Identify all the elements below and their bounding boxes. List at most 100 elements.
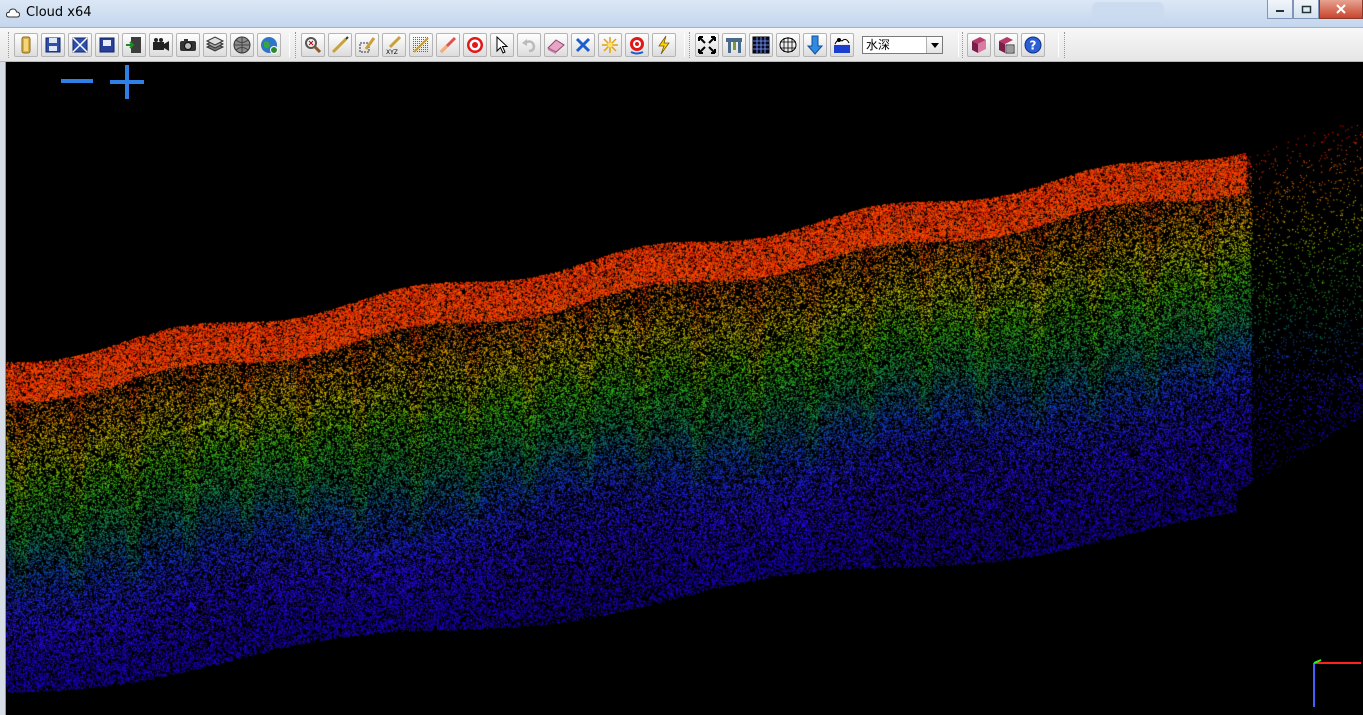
target-button[interactable] bbox=[463, 33, 487, 57]
toolbar-separator bbox=[958, 33, 959, 57]
zoom-in-button[interactable] bbox=[110, 65, 144, 99]
measure-line-icon bbox=[331, 36, 349, 54]
toolbar-grip[interactable] bbox=[8, 32, 11, 58]
render-mode-select[interactable]: 水深 bbox=[862, 36, 943, 54]
sphere-button[interactable] bbox=[230, 33, 254, 57]
mesh-grid-icon bbox=[779, 37, 797, 53]
camera-record-icon bbox=[153, 38, 169, 51]
plus-icon bbox=[110, 65, 144, 99]
layers-icon bbox=[205, 36, 225, 52]
manual-book-icon bbox=[972, 37, 986, 53]
water-depth-button[interactable] bbox=[830, 33, 854, 57]
select-pointer-icon bbox=[496, 35, 509, 54]
open-file-icon bbox=[21, 36, 31, 54]
svg-text:?: ? bbox=[1030, 39, 1037, 53]
dropdown-button[interactable] bbox=[926, 37, 942, 53]
layers-button[interactable] bbox=[203, 33, 227, 57]
save-icon bbox=[45, 37, 61, 53]
save-as-button[interactable] bbox=[95, 33, 119, 57]
color-ramp-icon bbox=[413, 37, 429, 53]
manual-book-button[interactable] bbox=[967, 33, 991, 57]
title-blur-area bbox=[1092, 2, 1164, 19]
title-bar: Cloud x64 bbox=[0, 0, 1363, 28]
export-icon bbox=[72, 37, 88, 53]
eraser-icon bbox=[547, 39, 565, 54]
delete-cross-icon bbox=[575, 37, 591, 53]
save-button[interactable] bbox=[41, 33, 65, 57]
globe-icon bbox=[261, 37, 278, 54]
grid-display-button[interactable] bbox=[749, 33, 773, 57]
fit-view-button[interactable] bbox=[695, 33, 719, 57]
toolbar-separator bbox=[289, 33, 290, 57]
xyz-coordinate-icon: XYZ bbox=[386, 35, 402, 55]
lightning-button[interactable] bbox=[652, 33, 676, 57]
render-mode-value: 水深 bbox=[866, 38, 891, 52]
measure-line-button[interactable] bbox=[328, 33, 352, 57]
toolbar-grip[interactable] bbox=[689, 32, 692, 58]
profile-button[interactable] bbox=[722, 33, 746, 57]
point-cloud-canvas[interactable] bbox=[6, 62, 1363, 715]
cloud-app-icon bbox=[6, 8, 20, 18]
xyz-coordinate-button[interactable]: XYZ bbox=[382, 33, 406, 57]
globe-button[interactable] bbox=[257, 33, 281, 57]
minus-icon bbox=[61, 79, 93, 83]
profile-icon bbox=[726, 38, 742, 53]
measure-area-button[interactable] bbox=[355, 33, 379, 57]
zoom-out-button[interactable] bbox=[61, 75, 93, 87]
save-as-icon bbox=[99, 37, 115, 53]
window-controls bbox=[1267, 0, 1363, 20]
minimize-icon bbox=[1276, 10, 1284, 12]
rotate-target-icon bbox=[630, 37, 644, 55]
window-title: Cloud x64 bbox=[26, 5, 92, 20]
delete-cross-button[interactable] bbox=[571, 33, 595, 57]
close-icon bbox=[1336, 4, 1346, 14]
select-pointer-button[interactable] bbox=[490, 33, 514, 57]
main-toolbar: XYZ 水深 ? bbox=[0, 28, 1363, 62]
sparkle-button[interactable] bbox=[598, 33, 622, 57]
export-button[interactable] bbox=[68, 33, 92, 57]
undo-icon bbox=[522, 39, 536, 53]
chevron-down-icon bbox=[930, 42, 939, 48]
point-cloud-viewport[interactable] bbox=[6, 62, 1363, 715]
inspect-icon bbox=[305, 37, 322, 54]
gradient-line-icon bbox=[439, 36, 457, 54]
svg-text:XYZ: XYZ bbox=[386, 49, 398, 55]
settings-book-icon bbox=[999, 37, 1015, 54]
sphere-icon bbox=[233, 36, 251, 54]
arrow-down-icon bbox=[806, 35, 824, 55]
screenshot-icon bbox=[180, 39, 196, 51]
fit-view-icon bbox=[698, 36, 716, 54]
inspect-button[interactable] bbox=[301, 33, 325, 57]
screenshot-button[interactable] bbox=[176, 33, 200, 57]
maximize-icon bbox=[1301, 5, 1311, 13]
toolbar-grip[interactable] bbox=[295, 32, 298, 58]
toolbar-separator bbox=[1058, 33, 1059, 57]
camera-record-button[interactable] bbox=[149, 33, 173, 57]
water-depth-icon bbox=[834, 38, 850, 53]
gradient-line-button[interactable] bbox=[436, 33, 460, 57]
minimize-button[interactable] bbox=[1267, 0, 1293, 19]
color-ramp-button[interactable] bbox=[409, 33, 433, 57]
rotate-target-button[interactable] bbox=[625, 33, 649, 57]
axis-indicator bbox=[1313, 659, 1361, 707]
measure-area-icon bbox=[359, 37, 376, 53]
grid-display-icon bbox=[752, 36, 770, 54]
mesh-grid-button[interactable] bbox=[776, 33, 800, 57]
arrow-down-button[interactable] bbox=[803, 33, 827, 57]
help-icon: ? bbox=[1024, 36, 1042, 54]
lightning-icon bbox=[658, 35, 670, 55]
close-button[interactable] bbox=[1319, 0, 1363, 19]
settings-book-button[interactable] bbox=[994, 33, 1018, 57]
undo-button[interactable] bbox=[517, 33, 541, 57]
help-button[interactable]: ? bbox=[1021, 33, 1045, 57]
target-icon bbox=[467, 37, 483, 53]
toolbar-separator bbox=[684, 33, 685, 57]
open-file-button[interactable] bbox=[14, 33, 38, 57]
eraser-button[interactable] bbox=[544, 33, 568, 57]
sparkle-icon bbox=[602, 37, 618, 53]
exit-icon bbox=[126, 37, 141, 53]
toolbar-grip[interactable] bbox=[962, 32, 965, 58]
exit-button[interactable] bbox=[122, 33, 146, 57]
toolbar-grip[interactable] bbox=[1064, 32, 1067, 58]
maximize-button[interactable] bbox=[1293, 0, 1319, 19]
